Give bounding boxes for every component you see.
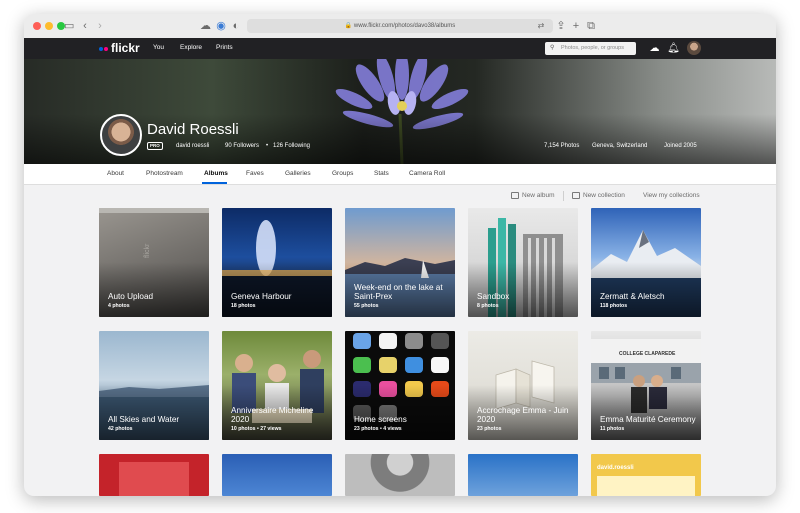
followers-link[interactable]: 90 Followers [225,142,259,150]
address-url: www.flickr.com/photos/davo38/albums [353,23,456,29]
new-collection-icon [572,191,580,199]
album-meta: 11 photos [600,426,625,432]
album-tile[interactable]: Sandbox 8 photos [468,208,578,317]
sidebar-icon[interactable]: ▭ [64,18,74,34]
album-tile[interactable] [222,454,332,496]
album-meta: 23 photos [477,426,502,432]
back-icon[interactable]: ‹ [80,18,90,34]
album-meta: 18 photos [231,303,256,309]
flickr-logo[interactable]: flickr [99,41,140,55]
share-icon[interactable]: ⇪ [556,18,566,34]
lock-icon: 🔒 [344,23,353,29]
album-meta: 10 photos • 27 views [231,426,282,432]
album-tile[interactable]: flickr Auto Upload 4 photos [99,208,209,317]
svg-text:COLLEGE CLAPAREDE: COLLEGE CLAPAREDE [619,351,676,357]
album-tile[interactable]: david.roessli [591,454,701,496]
album-tile[interactable]: Accrochage Emma - Juin 2020 23 photos [468,331,578,440]
cloud-icon[interactable]: ☁ [200,18,211,34]
album-tile[interactable]: Week-end on the lake at Saint-Prex 55 ph… [345,208,455,317]
album-tile[interactable]: Geneva Harbour 18 photos [222,208,332,317]
album-tile[interactable]: COLLEGE CLAPAREDE Emma Maturité Ceremony… [591,331,701,440]
translate-icon[interactable]: ⇄ [536,18,546,34]
tab-camera-roll[interactable]: Camera Roll [409,169,445,179]
album-title: Zermatt & Aletsch [600,292,665,301]
album-tile[interactable] [468,454,578,496]
logo-pink-dot-icon [104,46,108,51]
meta-separator: • [266,143,269,149]
album-title: Week-end on the lake at Saint-Prex [354,283,443,301]
new-album-button[interactable]: New album [511,191,555,201]
svg-text:flickr: flickr [144,243,151,258]
new-collection-label: New collection [583,192,625,199]
notifications-bell-icon[interactable]: 🔔︎ [667,42,680,55]
album-tile[interactable]: Zermatt & Aletsch 118 photos [591,208,701,317]
site-navbar: flickr You Explore Prints ⚲ Photos, peop… [24,38,776,59]
album-title: All Skies and Water [108,415,180,424]
logo-blue-dot-icon [99,46,103,51]
profile-joined: Joined 2005 [664,143,697,149]
close-window-button[interactable] [33,22,41,30]
profile-name: David Roessli [147,121,239,138]
upload-cloud-icon[interactable]: ☁ [648,42,661,55]
pro-badge: PRO [147,142,163,150]
new-tab-icon[interactable]: + [571,18,581,34]
tab-photostream[interactable]: Photostream [146,169,183,179]
tab-about[interactable]: About [107,169,124,179]
album-meta: 55 photos [354,303,379,309]
tab-stats[interactable]: Stats [374,169,389,179]
address-bar[interactable]: 🔒 www.flickr.com/photos/davo38/albums [247,19,553,33]
album-tile[interactable]: All Skies and Water 42 photos [99,331,209,440]
new-collection-button[interactable]: New collection [572,191,625,201]
privacy-shield-icon[interactable]: ◐ [231,18,241,34]
tab-galleries[interactable]: Galleries [285,169,311,179]
album-tile[interactable] [345,454,455,496]
new-album-label: New album [522,192,555,199]
nav-link-explore[interactable]: Explore [180,43,202,53]
album-meta: 4 photos [108,303,130,309]
album-tile[interactable] [99,454,209,496]
profile-username: david roessli [176,143,210,149]
album-title: Auto Upload [108,292,154,301]
tab-groups[interactable]: Groups [332,169,353,179]
search-input[interactable]: ⚲ Photos, people, or groups [545,42,636,55]
album-tile[interactable]: Home screens 23 photos • 4 views [345,331,455,440]
album-title: Emma Maturité Ceremony [600,415,696,424]
extension-icon[interactable]: ◉ [216,18,226,34]
album-title: Home screens [354,415,407,424]
photo-count: 7,154 Photos [544,143,580,149]
user-avatar[interactable] [687,41,701,55]
tab-overview-icon[interactable]: ⧉ [586,18,596,34]
tab-albums[interactable]: Albums [204,169,228,179]
profile-avatar[interactable] [100,114,142,156]
album-meta: 8 photos [477,303,499,309]
album-meta: 23 photos • 4 views [354,426,402,432]
actions-divider [563,191,564,201]
tab-faves[interactable]: Faves [246,169,264,179]
logo-text: flickr [111,41,140,55]
search-placeholder: Photos, people, or groups [561,45,624,51]
nav-link-prints[interactable]: Prints [216,43,233,53]
album-title: Accrochage Emma - Juin 2020 [477,406,569,424]
album-cover-image [119,462,189,496]
album-cover-image [597,476,695,496]
active-tab-indicator [202,182,227,184]
view-collections-link[interactable]: View my collections [643,191,700,201]
album-meta: 42 photos [108,426,133,432]
album-meta: 118 photos [600,303,628,309]
following-link[interactable]: 126 Following [273,142,310,150]
album-title: Anniversaire Micheline 2020 [231,406,314,424]
search-icon: ⚲ [550,45,555,51]
album-tile[interactable]: Anniversaire Micheline 2020 10 photos • … [222,331,332,440]
profile-tabs: About Photostream Albums Faves Galleries… [24,164,776,185]
minimize-window-button[interactable] [45,22,53,30]
nav-link-you[interactable]: You [153,43,164,53]
album-title: Sandbox [477,292,510,301]
album-cover-text: david.roessli [597,465,634,471]
browser-toolbar: ▭ ‹ › ☁ ◉ ◐ 🔒 www.flickr.com/photos/davo… [24,14,776,39]
album-title: Geneva Harbour [231,292,292,301]
forward-icon[interactable]: › [95,18,105,34]
profile-location: Geneva, Switzerland [592,143,648,149]
browser-window: ▭ ‹ › ☁ ◉ ◐ 🔒 www.flickr.com/photos/davo… [24,14,776,496]
new-album-icon [511,191,519,199]
